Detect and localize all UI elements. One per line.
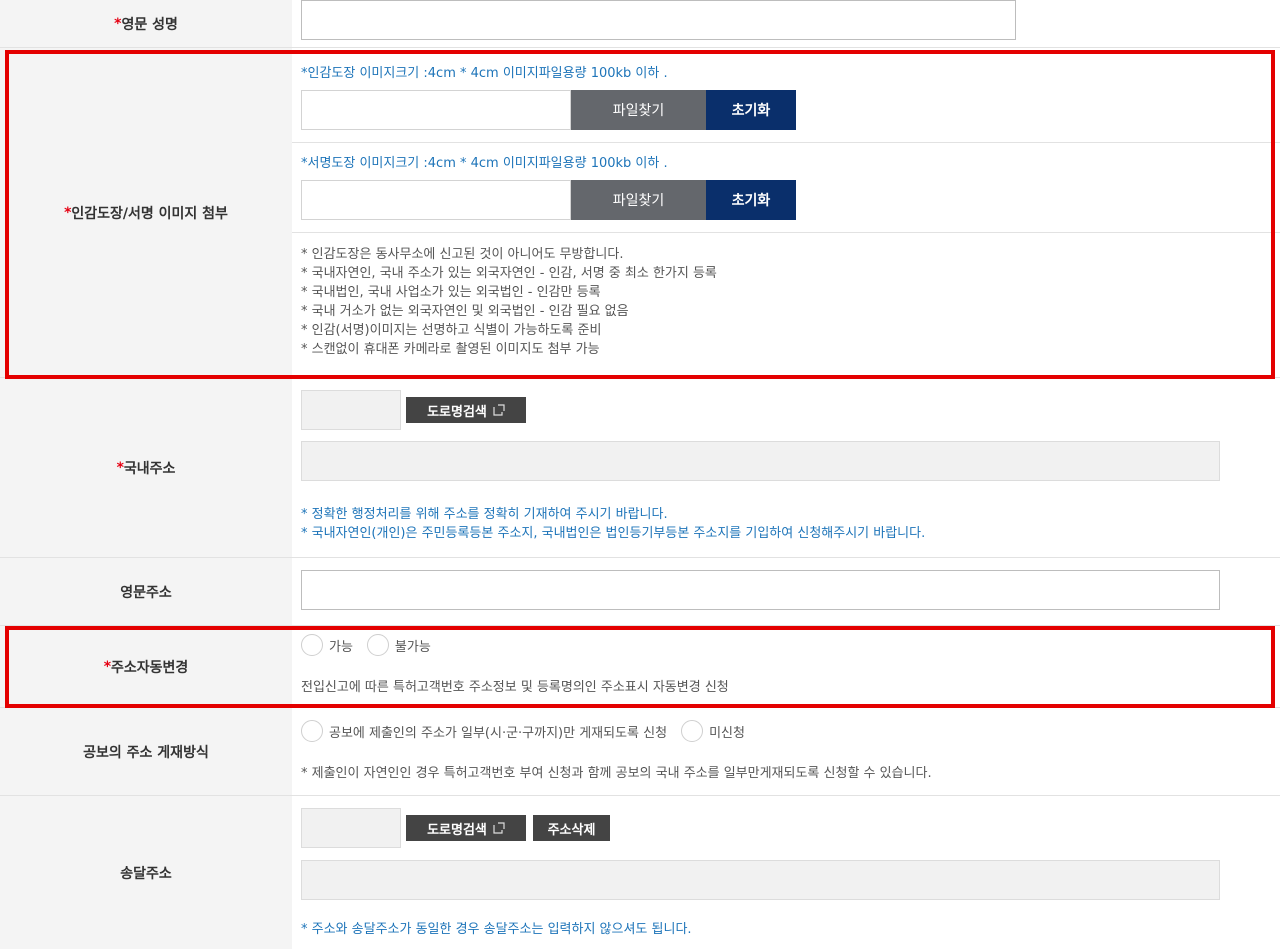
seal-note: * 국내자연인, 국내 주소가 있는 외국자연인 - 인감, 서명 중 최소 한… — [301, 266, 717, 281]
signature-reset-button[interactable]: 초기화 — [706, 180, 796, 220]
delivery-address-label: 송달주소 — [0, 796, 292, 949]
external-link-icon — [493, 404, 505, 416]
signature-sub-divider — [292, 232, 1280, 233]
domestic-address-note: * 정확한 행정처리를 위해 주소를 정확히 기재하여 주시기 바랍니다. — [301, 507, 668, 522]
row-gazette: 공보의 주소 게재방식 공보에 제출인의 주소가 일부(시·군·구까지)만 게재… — [0, 708, 1280, 796]
gazette-option-none[interactable]: 미신청 — [681, 720, 745, 742]
row-delivery-address: 송달주소 도로명검색 주소삭제 * 주소와 송달주소가 동일한 경우 송달주소는… — [0, 796, 1280, 949]
seal-notes: * 인감도장은 동사무소에 신고된 것이 아니어도 무방합니다. * 국내자연인… — [301, 245, 717, 359]
seal-spec-text: *인감도장 이미지크기 :4cm * 4cm 이미지파일용량 100kb 이하 … — [301, 66, 668, 81]
delivery-address-note: * 주소와 송달주소가 동일한 경우 송달주소는 입력하지 않으셔도 됩니다. — [301, 922, 692, 937]
seal-sub-divider — [292, 142, 1280, 143]
seal-note: * 국내 거소가 없는 외국자연인 및 외국법인 - 인감 필요 없음 — [301, 304, 629, 319]
external-link-icon — [493, 822, 505, 834]
english-address-input[interactable] — [301, 570, 1220, 610]
delivery-zip-field — [301, 808, 401, 848]
domestic-address-content: 도로명검색 * 정확한 행정처리를 위해 주소를 정확히 기재하여 주시기 바랍… — [292, 378, 1280, 557]
signature-find-file-button[interactable]: 파일찾기 — [571, 180, 706, 220]
row-seal-attach: * 인감도장/서명 이미지 첨부 *인감도장 이미지크기 :4cm * 4cm 이… — [0, 48, 1280, 378]
domestic-zip-field — [301, 390, 401, 430]
gazette-radio-group: 공보에 제출인의 주소가 일부(시·군·구까지)만 게재되도록 신청 미신청 — [301, 720, 759, 742]
gazette-note: * 제출인이 자연인인 경우 특허고객번호 부여 신청과 함께 공보의 국내 주… — [301, 766, 932, 781]
seal-note: * 인감도장은 동사무소에 신고된 것이 아니어도 무방합니다. — [301, 247, 624, 262]
domestic-address-notes: * 정확한 행정처리를 위해 주소를 정확히 기재하여 주시기 바랍니다. * … — [301, 505, 925, 543]
row-english-address: 영문주소 — [0, 558, 1280, 626]
english-address-label: 영문주소 — [0, 558, 292, 625]
signature-spec-text: *서명도장 이미지크기 :4cm * 4cm 이미지파일용량 100kb 이하 … — [301, 156, 668, 171]
auto-change-label: * 주소자동변경 — [0, 626, 292, 707]
seal-note: * 인감(서명)이미지는 선명하고 식별이 가능하도록 준비 — [301, 323, 602, 338]
domestic-address-label: * 국내주소 — [0, 378, 292, 557]
delivery-address-field — [301, 860, 1220, 900]
delivery-road-search-button[interactable]: 도로명검색 — [406, 815, 526, 841]
seal-note: * 스캔없이 휴대폰 카메라로 촬영된 이미지도 첨부 가능 — [301, 342, 600, 357]
english-name-input[interactable] — [301, 0, 1016, 40]
domestic-address-field — [301, 441, 1220, 481]
domestic-road-search-button[interactable]: 도로명검색 — [406, 397, 526, 423]
auto-change-option-possible[interactable]: 가능 — [301, 634, 353, 656]
delivery-address-content: 도로명검색 주소삭제 * 주소와 송달주소가 동일한 경우 송달주소는 입력하지… — [292, 796, 1280, 949]
seal-note: * 국내법인, 국내 사업소가 있는 외국법인 - 인감만 등록 — [301, 285, 601, 300]
seal-attach-label: * 인감도장/서명 이미지 첨부 — [0, 48, 292, 377]
seal-find-file-button[interactable]: 파일찾기 — [571, 90, 706, 130]
seal-file-name-field[interactable] — [301, 90, 571, 130]
row-domestic-address: * 국내주소 도로명검색 * 정확한 행정처리를 위해 주소를 정확히 기재하여 … — [0, 378, 1280, 558]
auto-change-radio-group: 가능 불가능 — [301, 634, 445, 656]
auto-change-option-impossible[interactable]: 불가능 — [366, 634, 431, 656]
radio-icon[interactable] — [366, 634, 389, 656]
radio-icon[interactable] — [681, 720, 704, 742]
delivery-address-delete-button[interactable]: 주소삭제 — [533, 815, 610, 841]
seal-reset-button[interactable]: 초기화 — [706, 90, 796, 130]
signature-file-name-field[interactable] — [301, 180, 571, 220]
seal-attach-content: *인감도장 이미지크기 :4cm * 4cm 이미지파일용량 100kb 이하 … — [292, 48, 1280, 377]
row-english-name: * 영문 성명 — [0, 0, 1280, 48]
gazette-content: 공보에 제출인의 주소가 일부(시·군·구까지)만 게재되도록 신청 미신청 *… — [292, 708, 1280, 795]
radio-icon[interactable] — [301, 634, 323, 656]
auto-change-content: 가능 불가능 전입신고에 따른 특허고객번호 주소정보 및 등록명의인 주소표시… — [292, 626, 1280, 707]
english-address-content — [292, 558, 1280, 625]
gazette-label: 공보의 주소 게재방식 — [0, 708, 292, 795]
english-name-label: * 영문 성명 — [0, 0, 292, 47]
domestic-address-note: * 국내자연인(개인)은 주민등록등본 주소지, 국내법인은 법인등기부등본 주… — [301, 526, 926, 541]
english-name-content — [292, 0, 1280, 47]
row-auto-change: * 주소자동변경 가능 불가능 전입신고에 따른 특허고객번호 주소정보 및 등록… — [0, 626, 1280, 708]
radio-icon[interactable] — [301, 720, 323, 742]
auto-change-description: 전입신고에 따른 특허고객번호 주소정보 및 등록명의인 주소표시 자동변경 신… — [301, 680, 729, 695]
gazette-option-partial[interactable]: 공보에 제출인의 주소가 일부(시·군·구까지)만 게재되도록 신청 — [301, 720, 667, 742]
